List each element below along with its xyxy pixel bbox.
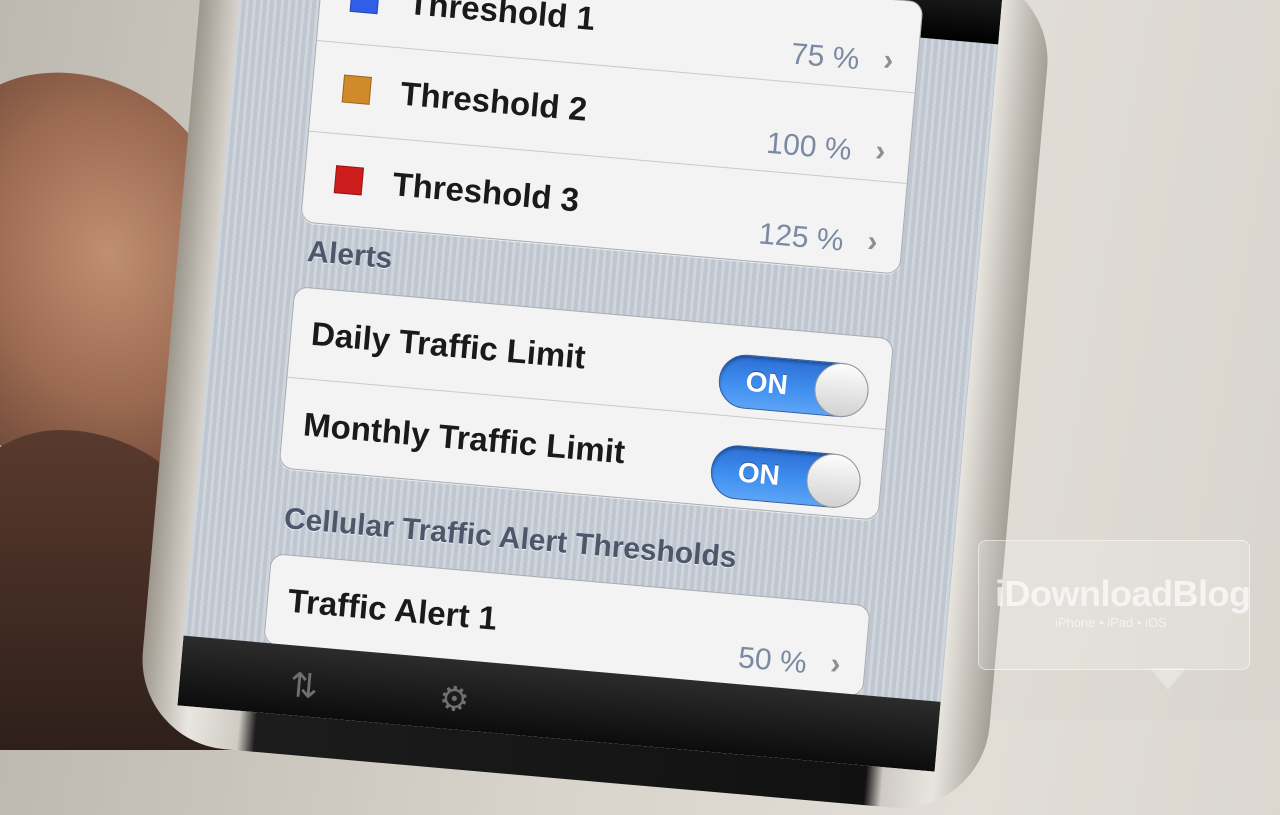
alerts-section-title: Alerts [306, 235, 394, 276]
threshold-3-color-swatch [333, 165, 365, 196]
daily-toggle-state: ON [744, 365, 790, 401]
threshold-2-label: Threshold 2 [399, 74, 589, 128]
chevron-right-icon: › [874, 134, 887, 168]
phone-screen: Threshold 1 75 % › Threshold 2 100 % › T… [177, 0, 1003, 772]
arrows-icon[interactable]: ⇅ [288, 665, 320, 707]
threshold-3-label: Threshold 3 [391, 165, 581, 219]
threshold-2-value: 100 % [765, 126, 853, 167]
threshold-1-label: Threshold 1 [406, 0, 597, 38]
traffic-alert-1-value: 50 % [736, 641, 808, 680]
chevron-right-icon: › [829, 647, 842, 681]
alerts-group: Daily Traffic Limit ON Monthly Traffic L… [278, 285, 895, 521]
watermark-subtitle: iPhone • iPad • iOS [1055, 615, 1167, 630]
monthly-toggle-state: ON [736, 456, 782, 491]
threshold-1-color-swatch [349, 0, 380, 15]
threshold-2-color-swatch [341, 74, 372, 105]
gear-icon[interactable]: ⚙ [437, 678, 471, 721]
toggle-knob [804, 451, 863, 510]
monthly-traffic-limit-toggle[interactable]: ON [708, 443, 863, 510]
threshold-1-value: 75 % [789, 37, 861, 77]
daily-traffic-limit-toggle[interactable]: ON [716, 352, 871, 420]
watermark-title: iDownloadBlog [995, 573, 1251, 614]
watermark-tail [1150, 668, 1186, 690]
daily-traffic-limit-label: Daily Traffic Limit [309, 314, 588, 376]
watermark-box: iDownloadBlog iPhone • iPad • iOS [978, 540, 1251, 670]
threshold-3-value: 125 % [757, 217, 845, 258]
thresholds-group: Threshold 1 75 % › Threshold 2 100 % › T… [300, 0, 924, 275]
traffic-alert-1-label: Traffic Alert 1 [286, 581, 499, 637]
chevron-right-icon: › [866, 224, 879, 259]
chevron-right-icon: › [881, 43, 895, 78]
monthly-traffic-limit-label: Monthly Traffic Limit [301, 405, 627, 471]
toggle-knob [812, 360, 871, 420]
